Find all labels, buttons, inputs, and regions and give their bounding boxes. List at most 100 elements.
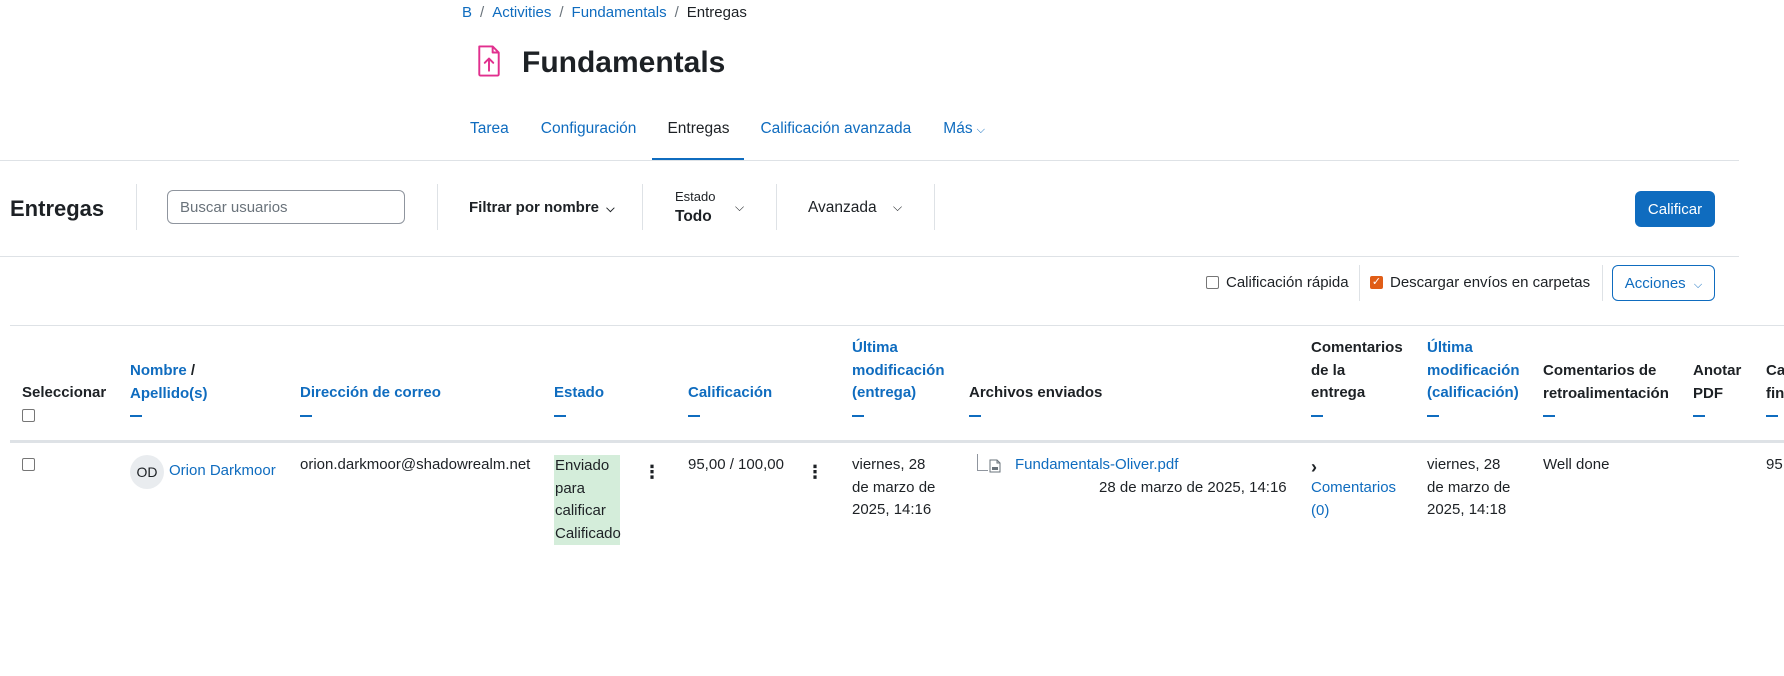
filter-by-name-dropdown[interactable]: Filtrar por nombre ⌵ [469, 199, 615, 216]
header-line: Anotar [1693, 362, 1742, 379]
collapse-column-icon[interactable] [1766, 415, 1778, 417]
last-modified-submission: viernes, 28 de marzo de 2025, 14:16 [852, 454, 935, 522]
toolbar-divider [0, 256, 1739, 257]
date-line: viernes, 28 [852, 456, 926, 473]
user-name-link[interactable]: Orion Darkmoor [169, 460, 276, 483]
name-separator: / [190, 362, 196, 379]
chevron-right-icon[interactable]: › [1311, 457, 1317, 478]
chevron-down-icon: ⌵ [606, 203, 615, 215]
page-header: Fundamentals [474, 44, 725, 82]
collapse-column-icon[interactable] [688, 414, 700, 417]
breadcrumb: B / Activities / Fundamentals / Entregas [462, 4, 747, 21]
avatar: OD [130, 455, 164, 489]
status-line: Calificado [555, 524, 621, 542]
submitted-file-link[interactable]: Fundamentals-Oliver.pdf [1015, 454, 1178, 477]
tree-line [977, 454, 988, 471]
assignment-upload-icon [474, 44, 504, 82]
divider [642, 184, 643, 230]
header-line: retroalimentación [1543, 384, 1669, 402]
status-menu-icon[interactable]: ⋮ [643, 463, 661, 481]
grade-value: 95,00 / 100,00 [688, 456, 784, 473]
download-in-folders-checkbox[interactable]: ✓ [1370, 276, 1383, 289]
sort-first-name-link[interactable]: Nombre [130, 362, 187, 379]
chevron-down-icon: ⌵ [976, 124, 985, 136]
status-filter-label: Estado [675, 189, 716, 204]
collapse-column-icon[interactable] [1693, 415, 1705, 417]
collapse-column-icon[interactable] [130, 415, 142, 417]
header-line: Última [1427, 339, 1473, 356]
header-files: Archivos enviados [969, 382, 1102, 417]
header-final-grade: Ca fin [1766, 360, 1784, 417]
user-email: orion.darkmoor@shadowrealm.net [300, 456, 531, 473]
divider [136, 184, 137, 230]
tab-entregas[interactable]: Entregas [652, 108, 745, 161]
search-input[interactable] [167, 190, 405, 224]
page-title: Fundamentals [522, 46, 726, 79]
table-top-divider [10, 325, 1784, 326]
submissions-heading: Entregas [10, 196, 105, 221]
status-badge: Enviado para calificar Calificado [554, 455, 621, 545]
header-line: Comentarios de [1543, 362, 1657, 379]
download-in-folders-label: Descargar envíos en carpetas [1390, 274, 1591, 291]
status-line: Enviado [555, 457, 610, 474]
date-line: de marzo de [852, 478, 936, 496]
tab-mas-label: Más [943, 120, 973, 137]
sort-grade-link[interactable]: Calificación [688, 384, 772, 401]
grade-button[interactable]: Calificar [1635, 191, 1715, 227]
collapse-column-icon[interactable] [1543, 415, 1555, 417]
pdf-file-icon [989, 459, 1001, 477]
tab-calificacion-avanzada[interactable]: Calificación avanzada [744, 108, 927, 161]
quick-grading-checkbox[interactable] [1206, 276, 1219, 289]
tab-tarea[interactable]: Tarea [454, 108, 525, 161]
header-name: Nombre / Apellido(s) [130, 360, 208, 417]
actions-dropdown-button[interactable]: Acciones ⌵ [1612, 265, 1715, 301]
select-all-checkbox[interactable] [22, 408, 35, 422]
advanced-filter-dropdown[interactable]: Avanzada [808, 199, 877, 217]
divider [1602, 265, 1603, 301]
comments-line: (0) [1311, 501, 1330, 519]
chevron-down-icon[interactable]: ⌵ [735, 200, 744, 215]
header-line: Comentarios [1311, 339, 1403, 356]
download-in-folders-option[interactable]: ✓ Descargar envíos en carpetas [1370, 274, 1590, 291]
breadcrumb-item-course[interactable]: B [462, 4, 472, 21]
tab-configuracion[interactable]: Configuración [525, 108, 653, 161]
date-line: de marzo de [1427, 478, 1511, 496]
divider [437, 184, 438, 230]
row-select-checkbox[interactable] [22, 458, 35, 471]
sort-email-link[interactable]: Dirección de correo [300, 384, 441, 401]
sort-last-modified-grade-link[interactable]: Última modificación (calificación) [1427, 337, 1520, 405]
chevron-down-icon[interactable]: ⌵ [893, 200, 902, 215]
tab-mas[interactable]: Más ⌵ [927, 108, 1001, 161]
actions-label: Acciones [1624, 274, 1686, 292]
header-email: Dirección de correo [300, 382, 441, 417]
breadcrumb-item-activities[interactable]: Activities [492, 4, 551, 21]
secondary-navigation: Tarea Configuración Entregas Calificació… [454, 108, 1001, 161]
comments-link[interactable]: Comentarios (0) [1311, 477, 1396, 522]
header-grade: Calificación [688, 382, 772, 417]
collapse-column-icon[interactable] [852, 414, 864, 417]
date-line: 2025, 14:18 [1427, 501, 1507, 518]
header-select-label: Seleccionar [22, 384, 107, 401]
header-line: entrega [1311, 384, 1366, 401]
submitted-file-date: 28 de marzo de 2025, 14:16 [1099, 479, 1287, 496]
sort-status-link[interactable]: Estado [554, 384, 604, 401]
filter-by-name-label: Filtrar por nombre [469, 199, 600, 216]
header-files-label: Archivos enviados [969, 384, 1103, 401]
collapse-column-icon[interactable] [554, 414, 566, 417]
tabs-divider [0, 160, 1739, 161]
quick-grading-option[interactable]: Calificación rápida [1206, 274, 1349, 291]
sort-last-modified-submission-link[interactable]: Última modificación (entrega) [852, 337, 945, 405]
collapse-column-icon[interactable] [1427, 414, 1439, 417]
header-line: Última [852, 339, 898, 356]
header-last-modified-submission: Última modificación (entrega) [852, 337, 945, 417]
breadcrumb-item-fundamentals[interactable]: Fundamentals [572, 4, 667, 21]
status-filter-value[interactable]: Todo [675, 208, 712, 226]
header-feedback-comments: Comentarios de retroalimentación [1543, 360, 1669, 417]
sort-last-name-link[interactable]: Apellido(s) [130, 385, 208, 402]
collapse-column-icon[interactable] [1311, 414, 1323, 417]
status-line: calificar [555, 502, 606, 519]
grade-menu-icon[interactable]: ⋮ [806, 463, 824, 481]
collapse-column-icon[interactable] [969, 414, 981, 417]
breadcrumb-separator: / [559, 4, 564, 21]
collapse-column-icon[interactable] [300, 414, 312, 417]
